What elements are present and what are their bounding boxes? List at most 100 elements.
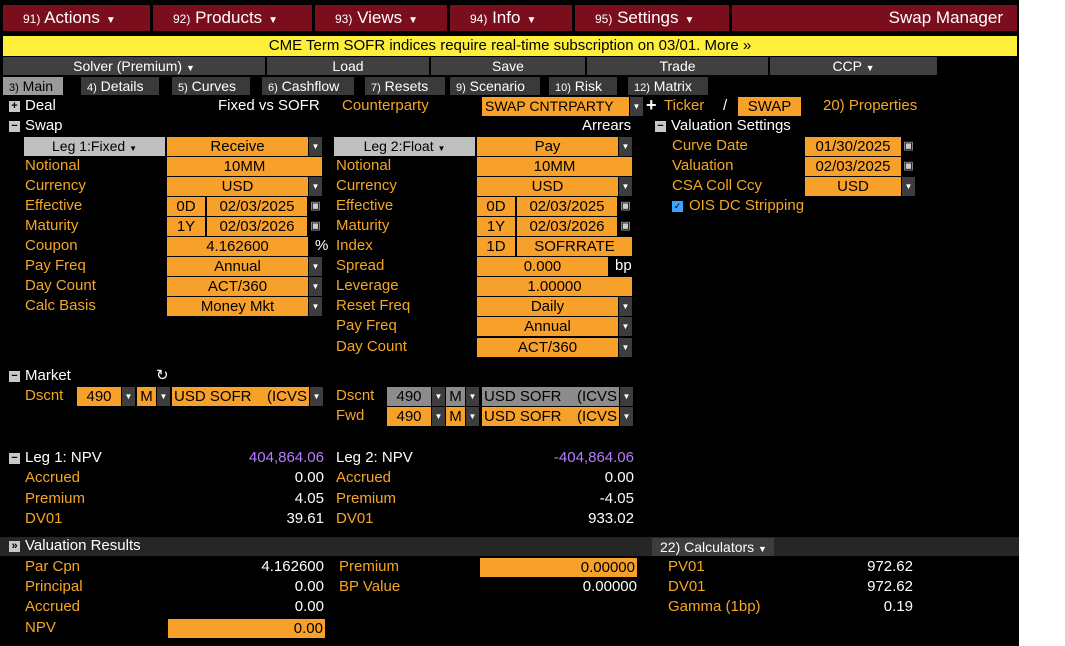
leg1-daycount-dropdown[interactable]: ▼ (309, 277, 322, 296)
csa-coll-ccy-field[interactable]: USD (805, 177, 901, 196)
leg1-type-selector[interactable]: Leg 1:Fixed ▼ (24, 137, 165, 156)
deal-section-header[interactable]: + Deal (9, 97, 56, 114)
dscnt-curve-number[interactable]: 490 (77, 387, 121, 406)
dscnt-m-dropdown[interactable]: ▼ (157, 387, 170, 406)
leg2-dscnt-m-field[interactable]: M (446, 387, 465, 406)
dscnt-m-field[interactable]: M (137, 387, 156, 406)
leg2-index-tenor[interactable]: 1D (477, 237, 515, 256)
leg2-payfreq-dropdown[interactable]: ▼ (619, 317, 632, 336)
tab-risk[interactable]: 10) Risk (549, 77, 617, 95)
tab-cashflow[interactable]: 6) Cashflow (262, 77, 354, 95)
fwd-m-dropdown[interactable]: ▼ (466, 407, 479, 426)
calendar-icon[interactable]: ▣ (620, 197, 631, 216)
leg1-calcbasis-dropdown[interactable]: ▼ (309, 297, 322, 316)
leg2-resetfreq-dropdown[interactable]: ▼ (619, 297, 632, 316)
fwd-curve-dropdown[interactable]: ▼ (620, 407, 633, 426)
fwd-curve-number[interactable]: 490 (387, 407, 431, 426)
leg1-notional-field[interactable]: 10MM (167, 157, 322, 176)
refresh-icon[interactable]: ↻ (156, 366, 169, 384)
info-menu[interactable]: 94) Info ▼ (450, 5, 572, 31)
actions-menu[interactable]: 91) Actions ▼ (3, 5, 150, 31)
leg1-coupon-field[interactable]: 4.162600 (167, 237, 308, 256)
leg2-maturity-tenor[interactable]: 1Y (477, 217, 515, 236)
leg2-dscnt-number[interactable]: 490 (387, 387, 431, 406)
leg2-maturity-date[interactable]: 02/03/2026 (517, 217, 617, 236)
ticker-field[interactable]: SWAP (738, 97, 801, 116)
leg2-notional-field[interactable]: 10MM (477, 157, 632, 176)
calendar-icon[interactable]: ▣ (903, 157, 914, 176)
leg1-currency-dropdown[interactable]: ▼ (309, 177, 322, 196)
tab-matrix[interactable]: 12) Matrix (628, 77, 708, 95)
dscnt-curve-dropdown[interactable]: ▼ (310, 387, 323, 406)
calendar-icon[interactable]: ▣ (310, 217, 321, 236)
npv-field[interactable]: 0.00 (168, 619, 325, 638)
products-menu[interactable]: 92) Products ▼ (153, 5, 312, 31)
leg1-daycount-field[interactable]: ACT/360 (167, 277, 308, 296)
leg1-npv-header[interactable]: − Leg 1: NPV (9, 449, 102, 466)
leg2-daycount-field[interactable]: ACT/360 (477, 338, 618, 357)
save-button[interactable]: Save (431, 57, 585, 75)
ccp-button[interactable]: CCP ▼ (770, 57, 937, 75)
tab-curves[interactable]: 5) Curves (172, 77, 250, 95)
solver-button[interactable]: Solver (Premium) ▼ (3, 57, 265, 75)
valuation-results-header[interactable]: » Valuation Results (9, 537, 141, 554)
leg2-effective-date[interactable]: 02/03/2025 (517, 197, 617, 216)
counterparty-dropdown[interactable]: ▼ (630, 97, 643, 116)
leg2-index-field[interactable]: SOFRRATE (517, 237, 632, 256)
leg2-payfreq-field[interactable]: Annual (477, 317, 618, 336)
leg1-payfreq-field[interactable]: Annual (167, 257, 308, 276)
leg2-effective-tenor[interactable]: 0D (477, 197, 515, 216)
leg1-currency-field[interactable]: USD (167, 177, 308, 196)
trade-button[interactable]: Trade (587, 57, 768, 75)
subscription-banner[interactable]: CME Term SOFR indices require real-time … (3, 36, 1017, 56)
leg1-payfreq-dropdown[interactable]: ▼ (309, 257, 322, 276)
dscnt-curve-field[interactable]: USD SOFR (ICVS (172, 387, 309, 406)
leg2-resetfreq-field[interactable]: Daily (477, 297, 618, 316)
settings-menu[interactable]: 95) Settings ▼ (575, 5, 729, 31)
leg2-direction-dropdown[interactable]: ▼ (619, 137, 632, 156)
leg1-effective-date[interactable]: 02/03/2025 (207, 197, 307, 216)
fwd-m-field[interactable]: M (446, 407, 465, 426)
csa-coll-ccy-dropdown[interactable]: ▼ (902, 177, 915, 196)
leg2-leverage-field[interactable]: 1.00000 (477, 277, 632, 296)
add-plus-icon[interactable]: + (646, 95, 657, 116)
leg1-maturity-tenor[interactable]: 1Y (167, 217, 205, 236)
market-section-header[interactable]: − Market (9, 367, 71, 384)
calendar-icon[interactable]: ▣ (310, 197, 321, 216)
dscnt-number-dropdown[interactable]: ▼ (122, 387, 135, 406)
load-button[interactable]: Load (267, 57, 429, 75)
properties-link[interactable]: 20) Properties (823, 97, 917, 114)
leg2-dscnt-m-dropdown[interactable]: ▼ (466, 387, 479, 406)
swap-section-header[interactable]: − Swap (9, 117, 63, 134)
curve-date-field[interactable]: 01/30/2025 (805, 137, 901, 156)
leg2-spread-field[interactable]: 0.000 (477, 257, 608, 276)
valuation-date-field[interactable]: 02/03/2025 (805, 157, 901, 176)
calendar-icon[interactable]: ▣ (903, 137, 914, 156)
leg1-maturity-date[interactable]: 02/03/2026 (207, 217, 307, 236)
fwd-number-dropdown[interactable]: ▼ (432, 407, 445, 426)
tab-main[interactable]: 3) Main (3, 77, 63, 95)
views-menu[interactable]: 93) Views ▼ (315, 5, 447, 31)
leg1-calcbasis-field[interactable]: Money Mkt (167, 297, 308, 316)
leg1-direction-field[interactable]: Receive (167, 137, 308, 156)
leg2-currency-field[interactable]: USD (477, 177, 618, 196)
tab-resets[interactable]: 7) Resets (365, 77, 445, 95)
fwd-curve-field[interactable]: USD SOFR (ICVS (482, 407, 619, 426)
leg2-currency-dropdown[interactable]: ▼ (619, 177, 632, 196)
premium-field[interactable]: 0.00000 (480, 558, 637, 577)
leg2-direction-field[interactable]: Pay (477, 137, 618, 156)
leg2-daycount-dropdown[interactable]: ▼ (619, 338, 632, 357)
ois-dc-stripping-checkbox[interactable]: ✓ (672, 201, 683, 212)
leg2-type-selector[interactable]: Leg 2:Float ▼ (334, 137, 475, 156)
leg2-dscnt-curve-dropdown[interactable]: ▼ (620, 387, 633, 406)
valuation-settings-header[interactable]: − Valuation Settings (655, 117, 791, 134)
leg2-dscnt-curve-field[interactable]: USD SOFR (ICVS (482, 387, 619, 406)
counterparty-field[interactable]: SWAP CNTRPARTY (482, 97, 629, 116)
calculators-button[interactable]: 22) Calculators ▼ (652, 538, 774, 556)
leg2-dscnt-number-dropdown[interactable]: ▼ (432, 387, 445, 406)
tab-scenario[interactable]: 9) Scenario (450, 77, 540, 95)
leg1-effective-tenor[interactable]: 0D (167, 197, 205, 216)
calendar-icon[interactable]: ▣ (620, 217, 631, 236)
leg1-direction-dropdown[interactable]: ▼ (309, 137, 322, 156)
tab-details[interactable]: 4) Details (81, 77, 159, 95)
